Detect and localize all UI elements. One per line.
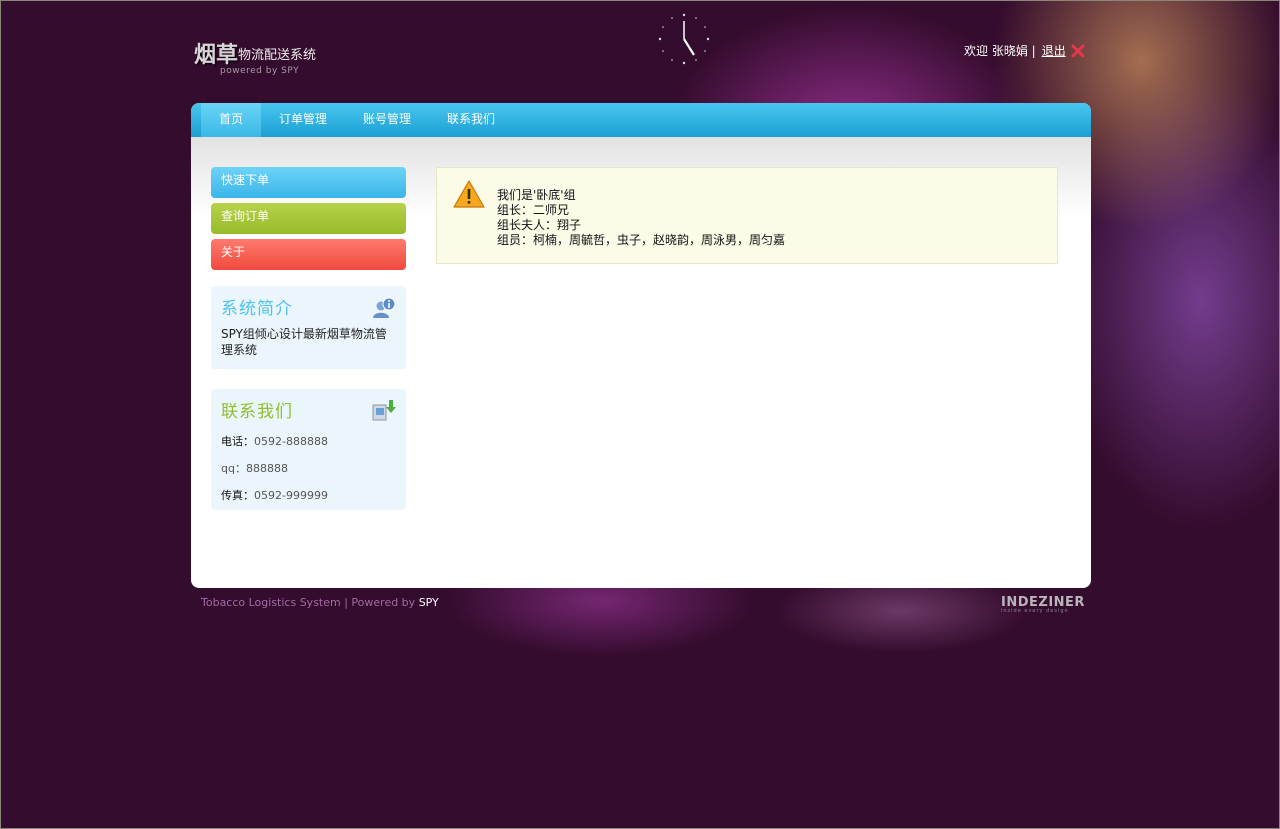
logo-title-big: 烟草 [194,43,239,68]
page-background: 烟草物流配送系统 powered by SPY 欢迎 张晓娟 | 退出 首页 订… [0,0,1280,829]
about-button[interactable]: 关于 [211,239,406,270]
logout-link[interactable]: 退出 [1042,42,1066,59]
contact-phone: 电话：0592-888888 [221,433,396,449]
footer-text: Tobacco Logistics System | Powered by SP… [201,596,439,609]
notice-line: 我们是'卧底'组 [497,188,576,202]
quick-order-button[interactable]: 快速下单 [211,167,406,198]
contact-title: 联系我们 [221,402,293,422]
notice-text: 我们是'卧底'组 组长：二师兄 组长夫人：翔子 组员：柯楠，周毓哲，虫子，赵晓韵… [497,188,785,248]
fax-value: 0592-999999 [254,489,328,502]
nav-item-home[interactable]: 首页 [201,103,262,137]
nav-item-contact[interactable]: 联系我们 [429,103,513,137]
intro-text: SPY组倾心设计最新烟草物流管理系统 [221,327,387,357]
nav-item-accounts[interactable]: 账号管理 [345,103,429,137]
phone-label: 电话： [221,435,254,448]
notice-line: 组长：二师兄 [497,203,570,217]
nav-item-orders[interactable]: 订单管理 [261,103,345,137]
logo-subtitle: powered by SPY [220,66,300,76]
clock-icon [658,13,710,65]
close-icon[interactable] [1071,44,1085,58]
logo-title-small: 物流配送系统 [238,48,317,63]
qq-label: qq： [221,462,246,475]
phone-value: 0592-888888 [254,435,328,448]
notice-line: 组员：柯楠，周毓哲，虫子，赵晓韵，周泳男，周匀嘉 [497,233,786,247]
download-icon [372,400,396,421]
intro-title: 系统简介 [221,299,293,319]
contact-qq: qq：888888 [221,460,396,476]
contact-fax: 传真：0592-999999 [221,487,396,503]
top-nav: 首页 订单管理 账号管理 联系我们 [191,103,1091,137]
user-bar: 欢迎 张晓娟 | 退出 [964,42,1085,59]
main-container: 首页 订单管理 账号管理 联系我们 快速下单 查询订单 关于 系统简介 SPY组… [191,103,1091,588]
notice-line: 组长夫人：翔子 [497,218,582,232]
welcome-text: 欢迎 张晓娟 | [964,44,1036,58]
sidebar: 快速下单 查询订单 关于 系统简介 SPY组倾心设计最新烟草物流管理系统 联系我… [211,167,406,510]
warning-icon [453,180,485,208]
footer-powered-by: SPY [418,596,439,609]
user-info-icon [373,297,396,318]
qq-value: 888888 [245,462,288,475]
fax-label: 传真： [221,489,254,502]
footer-brand-logo: INDEZINER inside every design [1001,595,1085,614]
footer-system: Tobacco Logistics System | Powered by [201,596,419,609]
warning-notice: 我们是'卧底'组 组长：二师兄 组长夫人：翔子 组员：柯楠，周毓哲，虫子，赵晓韵… [436,167,1058,264]
contact-panel: 联系我们 电话：0592-888888 qq：888888 传真：0592-99… [211,389,406,510]
app-logo: 烟草物流配送系统 powered by SPY [194,37,317,76]
intro-panel: 系统简介 SPY组倾心设计最新烟草物流管理系统 [211,286,406,369]
query-order-button[interactable]: 查询订单 [211,203,406,234]
